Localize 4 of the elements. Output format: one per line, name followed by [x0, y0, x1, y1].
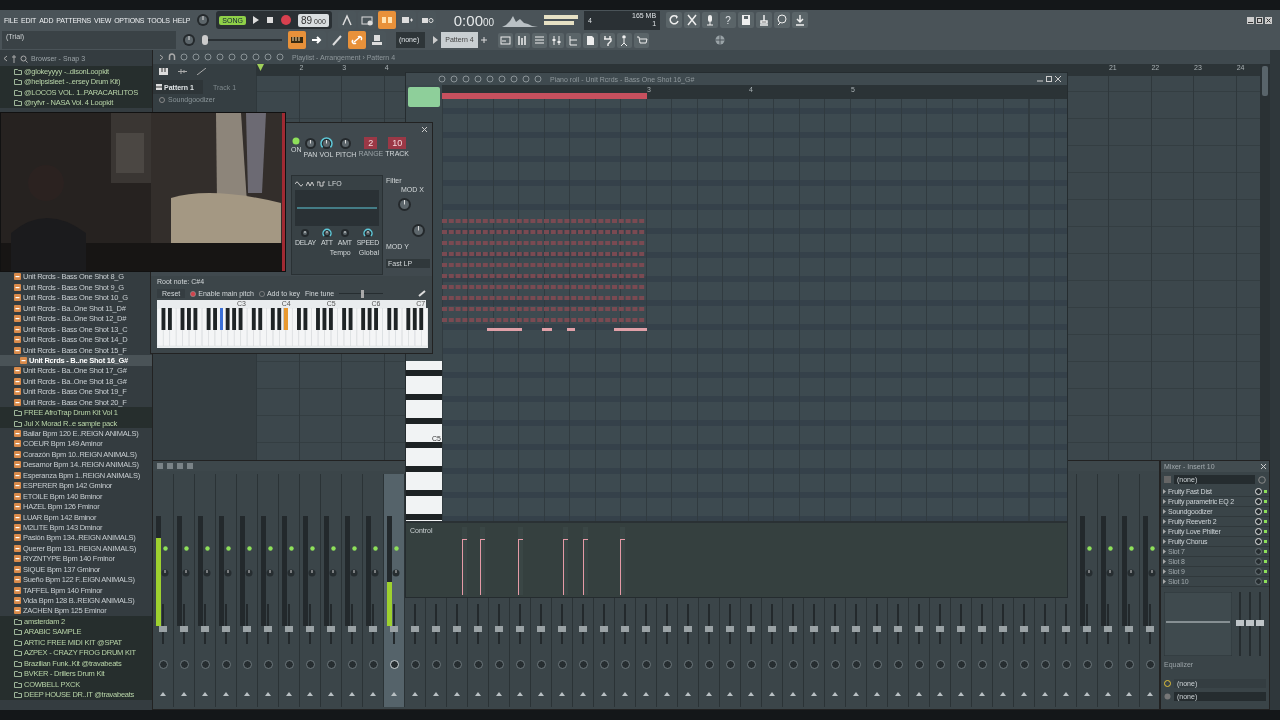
pitch-range-field[interactable]: 2 — [364, 137, 378, 149]
time-display: 0:0000 — [453, 11, 495, 29]
mixer-track-field[interactable]: 10 — [388, 137, 407, 149]
help-button[interactable]: ? — [720, 12, 737, 28]
